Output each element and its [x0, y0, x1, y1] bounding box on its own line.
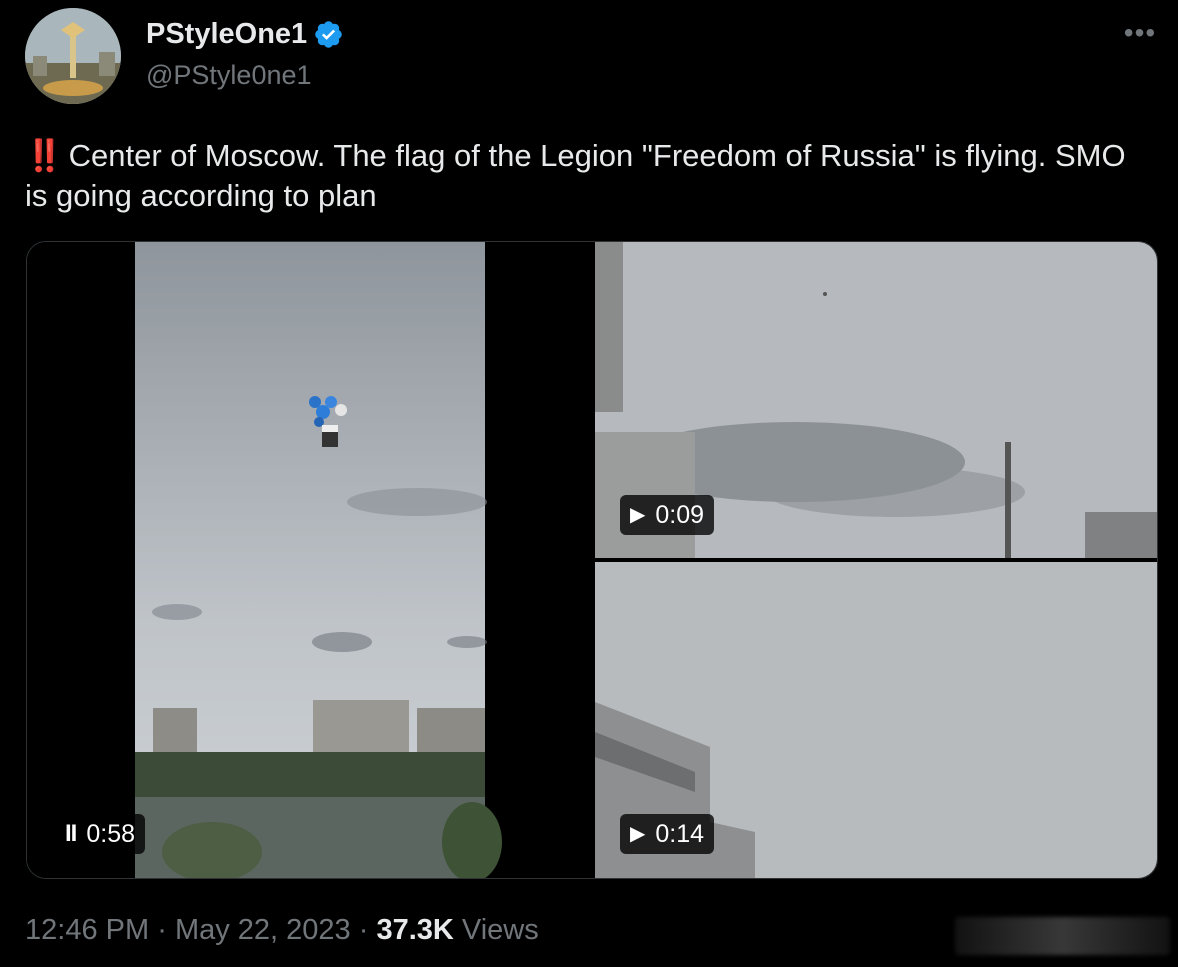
video-duration-badge-1[interactable]: II 0:58 — [55, 814, 146, 854]
tweet-meta: 12:46 PM · May 22, 2023 · 37.3K Views — [25, 914, 539, 947]
display-name[interactable]: PStyleOne1 — [146, 18, 307, 51]
views-count: 37.3K — [376, 914, 454, 946]
video-duration-badge-3[interactable]: ▶ 0:14 — [620, 814, 715, 854]
video-player-3[interactable]: ▶ 0:14 — [595, 562, 1157, 878]
video-duration: 0:14 — [655, 819, 705, 848]
more-options-icon[interactable]: ••• — [1120, 18, 1160, 48]
views-label: Views — [461, 914, 539, 946]
author-handle[interactable]: @PStyle0ne1 — [146, 60, 312, 91]
tweet-body: Center of Moscow. The flag of the Legion… — [25, 138, 1126, 213]
video-player-1[interactable]: II 0:58 — [27, 242, 593, 878]
play-icon[interactable]: ▶ — [630, 824, 645, 844]
double-exclamation-emoji: ‼️ — [25, 138, 64, 173]
tweet-date[interactable]: May 22, 2023 — [175, 914, 351, 946]
avatar-image — [25, 8, 121, 104]
video-player-2[interactable]: ▶ 0:09 — [595, 242, 1157, 558]
pause-icon[interactable]: II — [65, 820, 77, 848]
video-duration: 0:09 — [655, 500, 705, 529]
blurred-watermark — [955, 917, 1170, 955]
media-grid: II 0:58 ▶ 0:09 ▶ 0:14 — [26, 241, 1158, 879]
tweet-time[interactable]: 12:46 PM — [25, 914, 149, 946]
tweet-text: ‼️ Center of Moscow. The flag of the Legi… — [25, 136, 1155, 216]
video-duration-badge-2[interactable]: ▶ 0:09 — [620, 495, 715, 535]
video-duration: 0:58 — [86, 819, 136, 848]
play-icon[interactable]: ▶ — [630, 505, 645, 525]
author-avatar[interactable] — [25, 8, 121, 104]
video-thumbnail-balloons — [27, 242, 593, 878]
meta-separator: · — [358, 914, 369, 946]
meta-separator: · — [157, 914, 167, 946]
verified-badge-icon — [313, 19, 344, 50]
author-name[interactable]: PStyleOne1 — [146, 18, 344, 51]
